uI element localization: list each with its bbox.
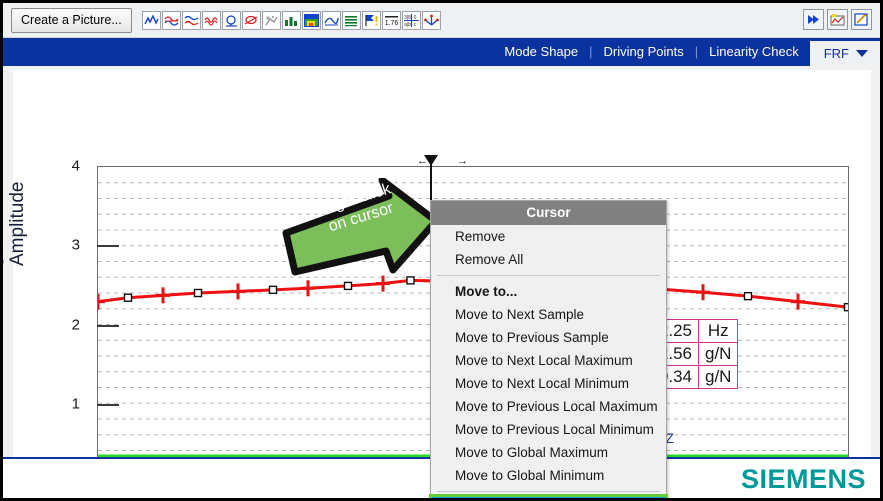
y-axis-tick-1: 1 xyxy=(71,395,80,413)
list-icon[interactable] xyxy=(341,10,361,30)
front-back-animation-icon[interactable] xyxy=(141,10,161,30)
y-axis-title: Amplitude xyxy=(7,181,28,267)
svg-text:1.76: 1.76 xyxy=(384,20,398,27)
context-menu-items: Remove Remove All Move to... Move to Next S… xyxy=(429,225,668,498)
context-menu-separator xyxy=(437,491,660,492)
multi-trace-icon[interactable] xyxy=(201,10,221,30)
context-menu-item-move-to[interactable]: Move to... xyxy=(431,280,666,303)
application-window: Create a Picture... 1.76 3|8 0 a|b c Mode Sh… xyxy=(0,0,883,501)
y-axis-tickmark xyxy=(97,245,119,248)
svg-text:3|8: 3|8 xyxy=(404,15,411,21)
geometry-icon[interactable] xyxy=(261,10,281,30)
navigation-links: Mode Shape | Driving Points | Linearity Chec… xyxy=(493,38,809,66)
waterfall-icon[interactable] xyxy=(181,10,201,30)
context-menu-item-move-to-previous-local-minimum[interactable]: Move to Previous Local Minimum xyxy=(431,418,666,441)
plot-card: 43210 Amplitude g/N 466 481 ← → 472.25Hz… xyxy=(3,70,871,498)
context-menu-item-snap-to-data-values[interactable]: Snap to data values xyxy=(429,494,668,498)
y-axis-tickmark xyxy=(97,324,119,327)
y-axis-tick-4: 4 xyxy=(71,157,80,175)
y-axis-tick-3: 3 xyxy=(71,236,80,254)
context-menu-item-move-to-next-local-maximum[interactable]: Move to Next Local Maximum xyxy=(431,349,666,372)
y-axis-tick-2: 2 xyxy=(71,316,80,333)
nav-link-driving-points[interactable]: Driving Points xyxy=(593,38,695,66)
overlaid-curves-icon[interactable] xyxy=(161,10,181,30)
readout-unit: Hz xyxy=(697,319,739,343)
tab-frf-label: FRF xyxy=(823,46,849,61)
nav-link-linearity-check[interactable]: Linearity Check xyxy=(698,38,810,66)
context-menu-item-move-to-previous-local-maximum[interactable]: Move to Previous Local Maximum xyxy=(431,395,666,418)
axis-3d-icon[interactable] xyxy=(421,10,441,30)
tab-frf[interactable]: FRF xyxy=(809,41,880,66)
navigation-bar: Mode Shape | Driving Points | Linearity Chec… xyxy=(3,38,880,66)
toolbar: Create a Picture... 1.76 3|8 0 a|b c xyxy=(3,3,880,38)
readout-unit: g/N xyxy=(697,342,739,366)
bar-chart-icon[interactable] xyxy=(281,10,301,30)
context-menu-item-move-to-next-local-minimum[interactable]: Move to Next Local Minimum xyxy=(431,372,666,395)
colormap-icon[interactable] xyxy=(301,10,321,30)
context-menu-item-remove-all[interactable]: Remove All xyxy=(431,248,666,271)
mode-shape-icon[interactable] xyxy=(321,10,341,30)
readout-unit: g/N xyxy=(697,365,739,389)
nyquist-icon[interactable] xyxy=(221,10,241,30)
nav-link-mode-shape[interactable]: Mode Shape xyxy=(493,38,589,66)
table-grid-icon[interactable]: 3|8 0 a|b c xyxy=(401,10,421,30)
create-a-picture-button[interactable]: Create a Picture... xyxy=(11,7,132,33)
cursor-context-menu[interactable]: Cursor Remove Remove All Move to... Move to… xyxy=(429,200,668,498)
chevron-down-icon[interactable] xyxy=(856,50,868,57)
green-arrow-icon xyxy=(282,176,440,276)
context-menu-item-move-to-previous-sample[interactable]: Move to Previous Sample xyxy=(431,326,666,349)
context-menu-header: Cursor xyxy=(431,201,666,225)
siemens-logo: SIEMENS xyxy=(740,464,866,494)
right-click-annotation: Right click on cursor xyxy=(281,176,441,278)
context-menu-item-move-to-next-sample[interactable]: Move to Next Sample xyxy=(431,303,666,326)
y-axis-tickmark xyxy=(97,403,119,406)
toolbar-icon-group: 1.76 3|8 0 a|b c xyxy=(141,10,441,30)
numeric-value-icon[interactable]: 1.76 xyxy=(381,10,401,30)
svg-text:a|b: a|b xyxy=(404,22,411,27)
toolbar-right-icon-group xyxy=(803,9,872,30)
context-menu-separator xyxy=(437,275,660,276)
flag-alert-icon[interactable] xyxy=(361,10,381,30)
context-menu-item-move-to-global-minimum[interactable]: Move to Global Minimum xyxy=(431,464,666,487)
new-picture-icon[interactable] xyxy=(827,9,848,30)
nyquist-overlay-icon[interactable] xyxy=(241,10,261,30)
plot-area: 43210 Amplitude g/N 466 481 ← → 472.25Hz… xyxy=(3,66,880,498)
edit-picture-icon[interactable] xyxy=(851,9,872,30)
play-forward-icon[interactable] xyxy=(803,9,824,30)
y-axis-unit: g/N xyxy=(0,239,4,266)
svg-text:c: c xyxy=(414,22,417,27)
svg-text:0: 0 xyxy=(413,15,416,21)
context-menu-item-move-to-global-maximum[interactable]: Move to Global Maximum xyxy=(431,441,666,464)
context-menu-item-remove[interactable]: Remove xyxy=(431,225,666,248)
